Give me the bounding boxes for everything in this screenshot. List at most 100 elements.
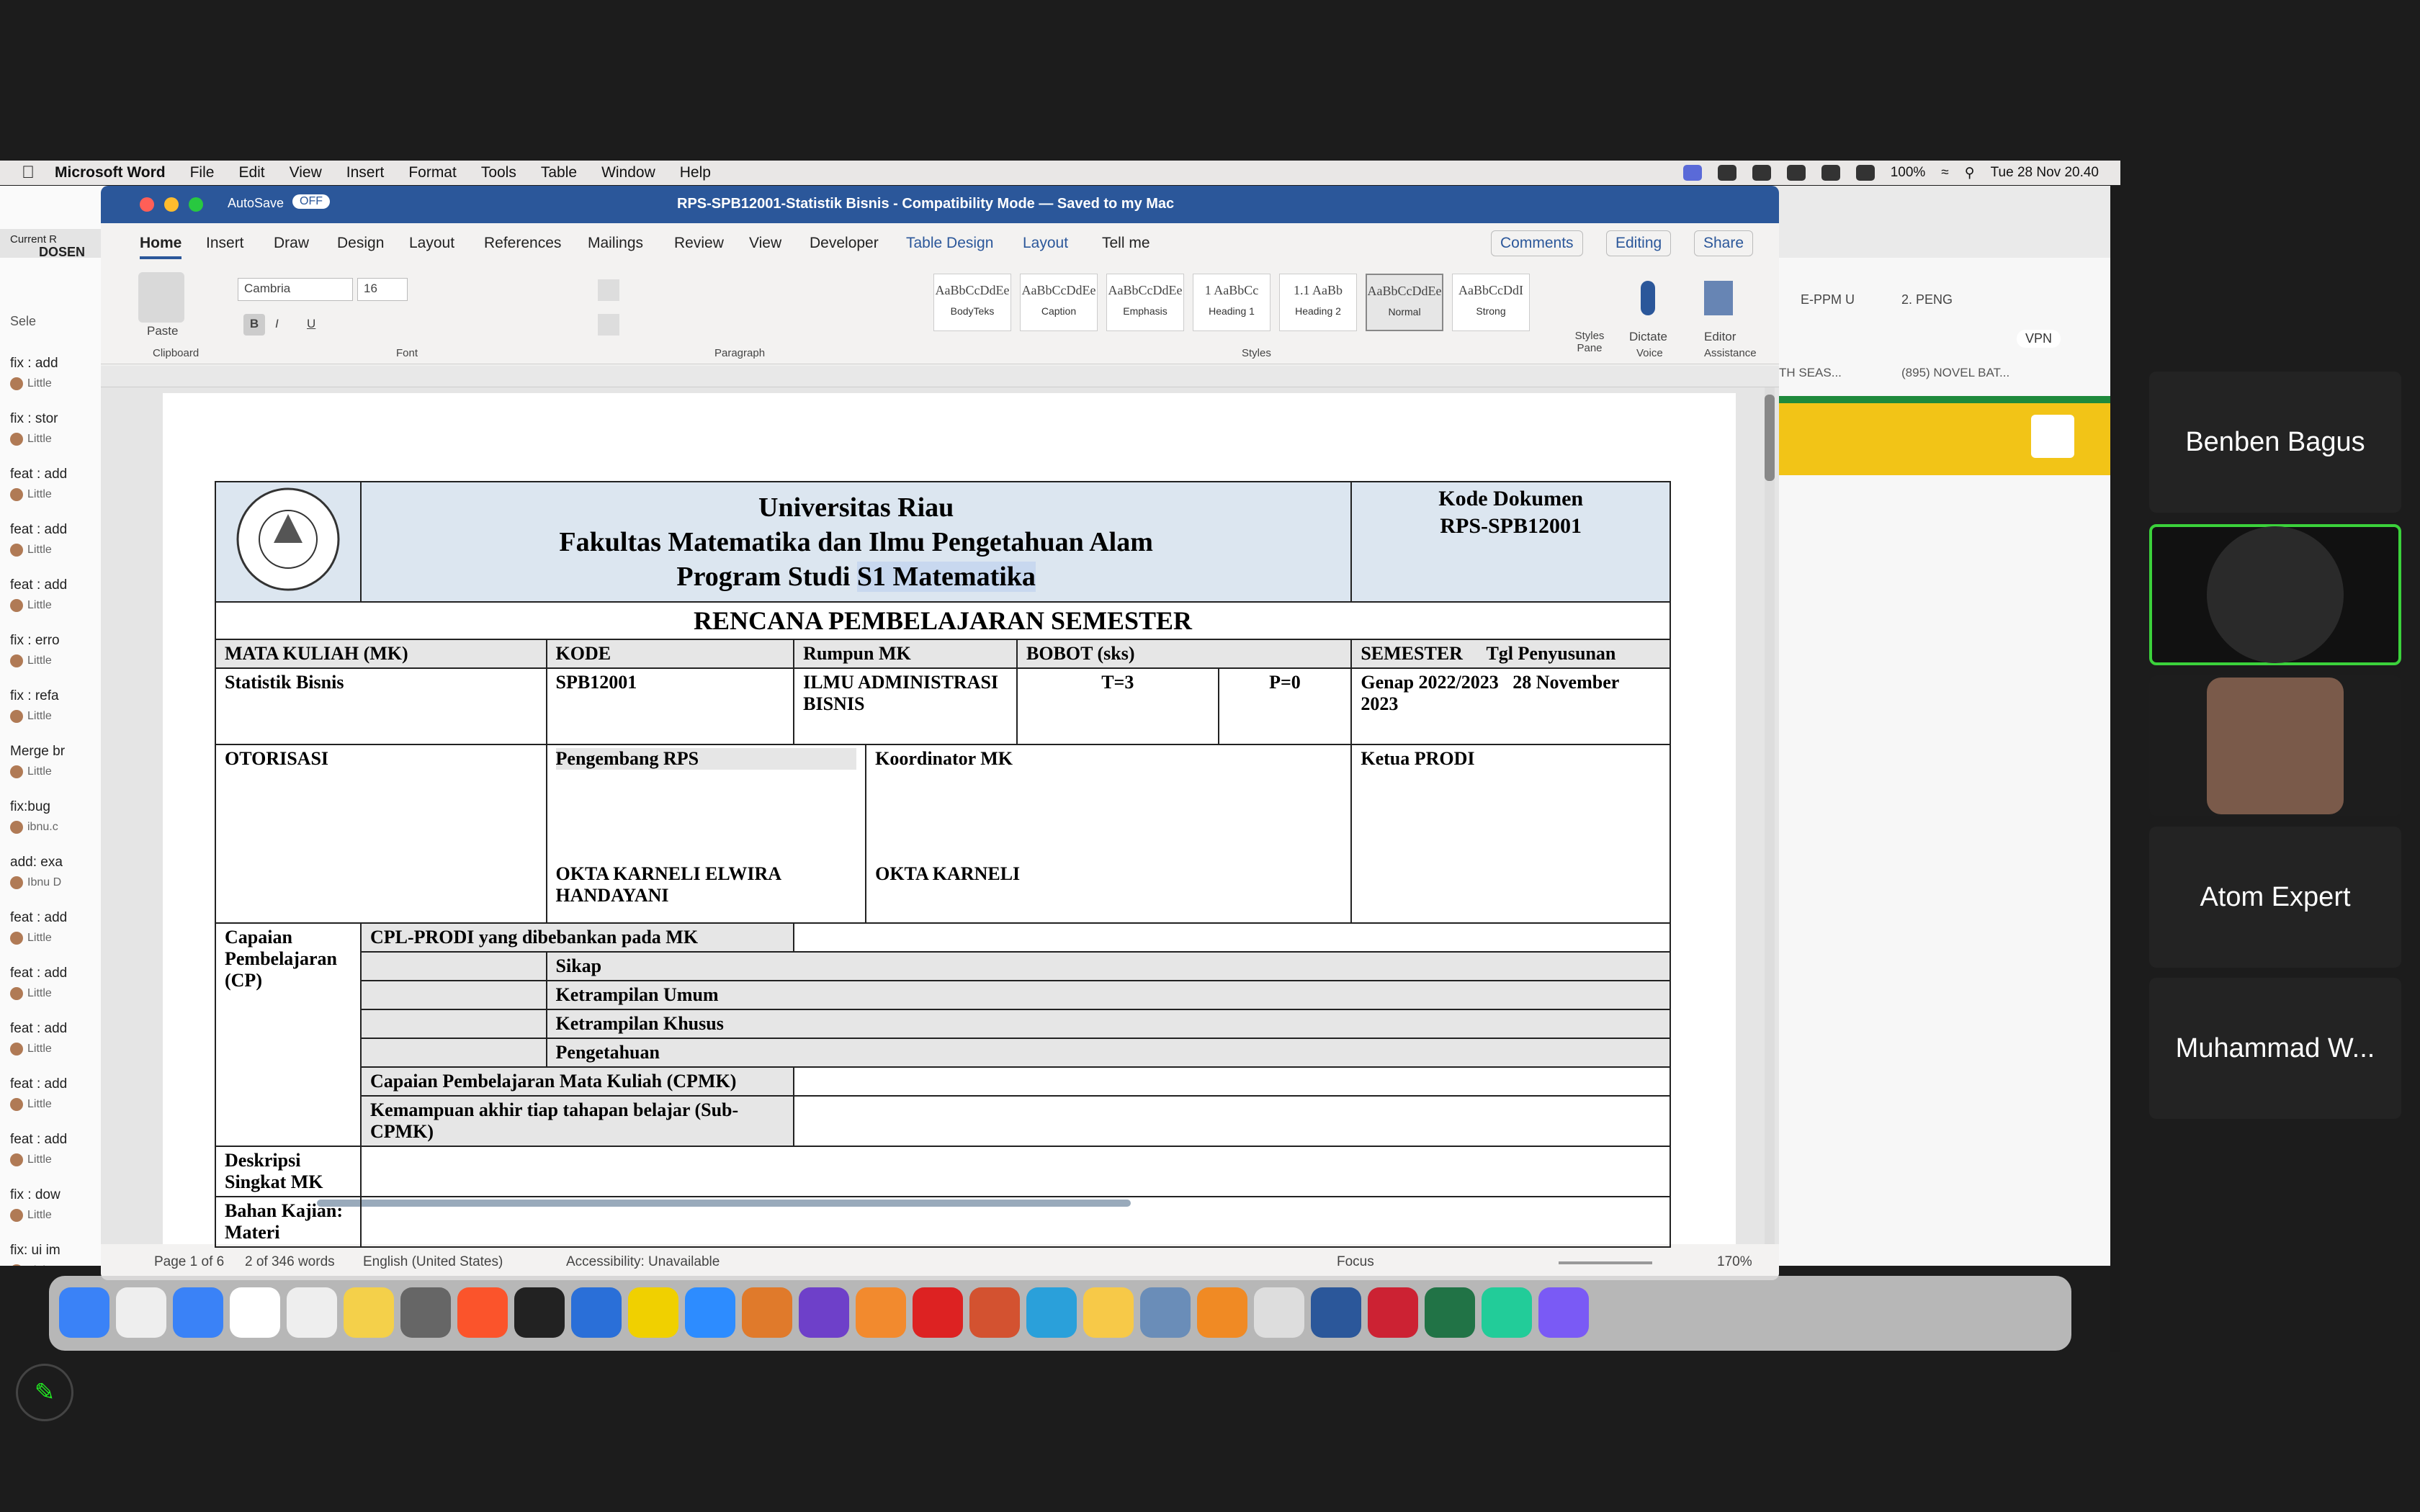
- tab-table-design[interactable]: Table Design: [906, 235, 993, 252]
- participant-tile[interactable]: Muhammad W...: [2149, 978, 2401, 1119]
- tray-icon[interactable]: [1786, 165, 1806, 181]
- select-input[interactable]: Sele: [10, 314, 36, 329]
- dock-app-icon[interactable]: [685, 1287, 735, 1338]
- tab-home[interactable]: Home: [140, 235, 182, 259]
- dock-app-icon[interactable]: [116, 1287, 166, 1338]
- mk-code[interactable]: SPB12001: [545, 667, 795, 745]
- font-name-select[interactable]: Cambria: [238, 278, 353, 301]
- pengembang-cell[interactable]: Pengembang RPS OKTA KARNELI ELWIRA HANDAY…: [545, 744, 867, 924]
- koordinator-cell[interactable]: Koordinator MK OKTA KARNELI: [865, 744, 1353, 924]
- semester-tgl-value[interactable]: Genap 2022/2023 28 November 2023: [1350, 667, 1671, 745]
- menu-format[interactable]: Format: [408, 164, 457, 181]
- dock-app-icon[interactable]: [628, 1287, 678, 1338]
- wifi-icon[interactable]: ≈: [1941, 165, 1948, 181]
- style-heading-2[interactable]: 1.1 AaBb Heading 2: [1279, 274, 1357, 331]
- tray-icon[interactable]: [1821, 165, 1840, 181]
- dock-app-icon[interactable]: [799, 1287, 849, 1338]
- focus-button[interactable]: Focus: [1337, 1254, 1374, 1270]
- tray-icon[interactable]: [1855, 165, 1875, 181]
- tab-mailings[interactable]: Mailings: [588, 235, 643, 252]
- editor-button[interactable]: Editor: [1704, 330, 1736, 344]
- dock-app-icon[interactable]: [1254, 1287, 1304, 1338]
- language[interactable]: English (United States): [363, 1254, 503, 1270]
- dock-app-icon[interactable]: [742, 1287, 792, 1338]
- tell-me[interactable]: Tell me: [1102, 235, 1150, 252]
- menu-table[interactable]: Table: [541, 164, 577, 181]
- participant-video[interactable]: [2149, 675, 2401, 816]
- underline-button[interactable]: U: [307, 317, 315, 331]
- style-bodyteks[interactable]: AaBbCcDdEe BodyTeks: [933, 274, 1011, 331]
- minimize-button[interactable]: [164, 197, 179, 212]
- dock-app-icon[interactable]: [969, 1287, 1020, 1338]
- bold-button[interactable]: B: [243, 314, 265, 336]
- bullets-icon[interactable]: [598, 279, 619, 301]
- avatar-icon[interactable]: [2031, 415, 2074, 458]
- tab-design[interactable]: Design: [337, 235, 384, 252]
- font-size-select[interactable]: 16: [357, 278, 408, 301]
- zoom-level[interactable]: 170%: [1717, 1254, 1752, 1270]
- tab-draw[interactable]: Draw: [274, 235, 309, 252]
- selected-text[interactable]: S1 Matematika: [856, 561, 1036, 592]
- apple-icon[interactable]: : [22, 163, 35, 183]
- comments-button[interactable]: Comments: [1491, 230, 1583, 256]
- style-emphasis[interactable]: AaBbCcDdEe Emphasis: [1106, 274, 1184, 331]
- annotate-pen-icon[interactable]: ✎: [16, 1364, 73, 1421]
- menu-insert[interactable]: Insert: [346, 164, 385, 181]
- style-caption[interactable]: AaBbCcDdEe Caption: [1020, 274, 1098, 331]
- menu-file[interactable]: File: [190, 164, 215, 181]
- tray-icon[interactable]: [1717, 165, 1736, 181]
- screen-share-icon[interactable]: [1682, 165, 1702, 181]
- tab-table-layout[interactable]: Layout: [1023, 235, 1068, 252]
- dock-app-icon[interactable]: [173, 1287, 223, 1338]
- dictate-button[interactable]: Dictate: [1629, 330, 1667, 344]
- dock-app-icon[interactable]: [1538, 1287, 1589, 1338]
- app-menu[interactable]: Microsoft Word: [55, 164, 166, 181]
- word-count[interactable]: 2 of 346 words: [245, 1254, 335, 1270]
- tab-review[interactable]: Review: [674, 235, 724, 252]
- dock-app-icon[interactable]: [59, 1287, 109, 1338]
- align-left-icon[interactable]: [598, 314, 619, 336]
- browser-tab[interactable]: 2. PENG: [1901, 292, 1953, 307]
- deskripsi-value[interactable]: [359, 1146, 1672, 1197]
- dock-app-icon[interactable]: [1140, 1287, 1191, 1338]
- dock-app-icon[interactable]: [1083, 1287, 1134, 1338]
- zoom-button[interactable]: [189, 197, 203, 212]
- search-icon[interactable]: ⚲: [1965, 165, 1975, 181]
- bookmark[interactable]: TH SEAS...: [1779, 366, 1842, 380]
- document-title[interactable]: RPS-SPB12001-Statistik Bisnis - Compatib…: [677, 196, 1174, 212]
- editing-button[interactable]: Editing: [1606, 230, 1672, 256]
- editor-icon[interactable]: [1704, 281, 1733, 315]
- menu-help[interactable]: Help: [680, 164, 711, 181]
- tab-insert[interactable]: Insert: [206, 235, 244, 252]
- tab-developer[interactable]: Developer: [810, 235, 879, 252]
- styles-pane-button[interactable]: Styles Pane: [1564, 330, 1615, 354]
- menu-edit[interactable]: Edit: [238, 164, 264, 181]
- menu-tools[interactable]: Tools: [481, 164, 516, 181]
- dock-app-icon[interactable]: [1026, 1287, 1077, 1338]
- dock-app-icon[interactable]: [1482, 1287, 1532, 1338]
- italic-button[interactable]: I: [275, 317, 279, 331]
- dock-app-icon[interactable]: [856, 1287, 906, 1338]
- dock-app-icon[interactable]: [1311, 1287, 1361, 1338]
- dock-app-icon[interactable]: [400, 1287, 451, 1338]
- tab-view[interactable]: View: [749, 235, 781, 252]
- tab-layout[interactable]: Layout: [409, 235, 454, 252]
- dock-app-icon[interactable]: [1425, 1287, 1475, 1338]
- clock[interactable]: Tue 28 Nov 20.40: [1991, 165, 2099, 181]
- style-normal[interactable]: AaBbCcDdEe Normal: [1366, 274, 1443, 331]
- vpn-button[interactable]: VPN: [2017, 330, 2061, 348]
- cpl-prodi-value[interactable]: [793, 922, 1671, 953]
- dock-app-icon[interactable]: [1368, 1287, 1418, 1338]
- sub-cpmk-value[interactable]: [793, 1095, 1671, 1147]
- dock-app-icon[interactable]: [1197, 1287, 1247, 1338]
- zoom-slider[interactable]: [1559, 1261, 1652, 1264]
- autosave-toggle[interactable]: OFF: [292, 194, 330, 209]
- microphone-icon[interactable]: [1641, 281, 1655, 315]
- accessibility-status[interactable]: Accessibility: Unavailable: [566, 1254, 720, 1270]
- menu-window[interactable]: Window: [601, 164, 655, 181]
- page-count[interactable]: Page 1 of 6: [154, 1254, 224, 1270]
- bobot-t[interactable]: T=3: [1016, 667, 1219, 745]
- style-heading-1[interactable]: 1 AaBbCc Heading 1: [1193, 274, 1270, 331]
- dock-app-icon[interactable]: [514, 1287, 565, 1338]
- style-strong[interactable]: AaBbCcDdI Strong: [1452, 274, 1530, 331]
